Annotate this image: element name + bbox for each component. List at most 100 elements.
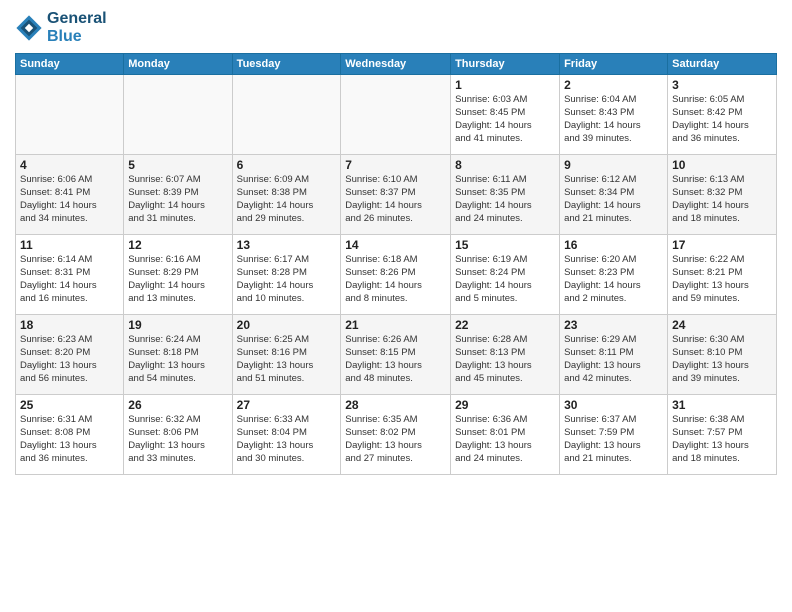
calendar-cell: 16 Sunrise: 6:20 AM Sunset: 8:23 PM Dayli… bbox=[560, 235, 668, 315]
weekday-header-wednesday: Wednesday bbox=[341, 54, 451, 75]
calendar-cell: 3 Sunrise: 6:05 AM Sunset: 8:42 PM Daylig… bbox=[668, 75, 777, 155]
calendar-cell: 27 Sunrise: 6:33 AM Sunset: 8:04 PM Dayli… bbox=[232, 395, 341, 475]
day-number: 14 bbox=[345, 238, 446, 252]
day-number: 17 bbox=[672, 238, 772, 252]
day-number: 16 bbox=[564, 238, 663, 252]
calendar-cell: 8 Sunrise: 6:11 AM Sunset: 8:35 PM Daylig… bbox=[451, 155, 560, 235]
logo-text-line1: General bbox=[47, 10, 107, 28]
day-info: Sunrise: 6:03 AM Sunset: 8:45 PM Dayligh… bbox=[455, 94, 555, 145]
day-info: Sunrise: 6:12 AM Sunset: 8:34 PM Dayligh… bbox=[564, 174, 663, 225]
day-info: Sunrise: 6:14 AM Sunset: 8:31 PM Dayligh… bbox=[20, 254, 119, 305]
calendar-cell: 26Sunrise: 6:32 AM Sunset: 8:06 PM Dayli… bbox=[124, 395, 232, 475]
day-number: 25 bbox=[20, 398, 119, 412]
day-number: 15 bbox=[455, 238, 555, 252]
day-info: Sunrise: 6:35 AM Sunset: 8:02 PM Dayligh… bbox=[345, 414, 446, 465]
calendar-cell: 7 Sunrise: 6:10 AM Sunset: 8:37 PM Daylig… bbox=[341, 155, 451, 235]
page: General Blue SundayMondayTuesdayWednesda… bbox=[0, 0, 792, 612]
calendar-cell bbox=[16, 75, 124, 155]
calendar-cell: 21 Sunrise: 6:26 AM Sunset: 8:15 PM Dayli… bbox=[341, 315, 451, 395]
day-number: 31 bbox=[672, 398, 772, 412]
day-info: Sunrise: 6:30 AM Sunset: 8:10 PM Dayligh… bbox=[672, 334, 772, 385]
day-number: 29 bbox=[455, 398, 555, 412]
calendar-cell: 30 Sunrise: 6:37 AM Sunset: 7:59 PM Dayli… bbox=[560, 395, 668, 475]
day-number: 24 bbox=[672, 318, 772, 332]
calendar: SundayMondayTuesdayWednesdayThursdayFrid… bbox=[15, 53, 777, 475]
header: General Blue bbox=[15, 10, 777, 45]
day-info: Sunrise: 6:25 AM Sunset: 8:16 PM Dayligh… bbox=[237, 334, 337, 385]
calendar-cell: 29Sunrise: 6:36 AM Sunset: 8:01 PM Dayli… bbox=[451, 395, 560, 475]
calendar-cell: 25 Sunrise: 6:31 AM Sunset: 8:08 PM Dayli… bbox=[16, 395, 124, 475]
week-row-5: 25 Sunrise: 6:31 AM Sunset: 8:08 PM Dayli… bbox=[16, 395, 777, 475]
day-number: 11 bbox=[20, 238, 119, 252]
day-number: 6 bbox=[237, 158, 337, 172]
weekday-header-saturday: Saturday bbox=[668, 54, 777, 75]
day-number: 30 bbox=[564, 398, 663, 412]
week-row-4: 18 Sunrise: 6:23 AM Sunset: 8:20 PM Dayli… bbox=[16, 315, 777, 395]
calendar-cell: 12 Sunrise: 6:16 AM Sunset: 8:29 PM Dayli… bbox=[124, 235, 232, 315]
day-info: Sunrise: 6:26 AM Sunset: 8:15 PM Dayligh… bbox=[345, 334, 446, 385]
day-info: Sunrise: 6:06 AM Sunset: 8:41 PM Dayligh… bbox=[20, 174, 119, 225]
day-number: 12 bbox=[128, 238, 227, 252]
calendar-cell: 11 Sunrise: 6:14 AM Sunset: 8:31 PM Dayli… bbox=[16, 235, 124, 315]
calendar-cell bbox=[232, 75, 341, 155]
day-number: 28 bbox=[345, 398, 446, 412]
day-number: 5 bbox=[128, 158, 227, 172]
calendar-cell: 4Sunrise: 6:06 AM Sunset: 8:41 PM Daylig… bbox=[16, 155, 124, 235]
day-number: 23 bbox=[564, 318, 663, 332]
day-number: 13 bbox=[237, 238, 337, 252]
day-info: Sunrise: 6:04 AM Sunset: 8:43 PM Dayligh… bbox=[564, 94, 663, 145]
day-info: Sunrise: 6:29 AM Sunset: 8:11 PM Dayligh… bbox=[564, 334, 663, 385]
calendar-cell: 23 Sunrise: 6:29 AM Sunset: 8:11 PM Dayli… bbox=[560, 315, 668, 395]
day-info: Sunrise: 6:37 AM Sunset: 7:59 PM Dayligh… bbox=[564, 414, 663, 465]
day-info: Sunrise: 6:23 AM Sunset: 8:20 PM Dayligh… bbox=[20, 334, 119, 385]
day-info: Sunrise: 6:10 AM Sunset: 8:37 PM Dayligh… bbox=[345, 174, 446, 225]
day-number: 18 bbox=[20, 318, 119, 332]
calendar-cell: 31 Sunrise: 6:38 AM Sunset: 7:57 PM Dayli… bbox=[668, 395, 777, 475]
day-info: Sunrise: 6:38 AM Sunset: 7:57 PM Dayligh… bbox=[672, 414, 772, 465]
day-number: 9 bbox=[564, 158, 663, 172]
day-number: 27 bbox=[237, 398, 337, 412]
day-info: Sunrise: 6:17 AM Sunset: 8:28 PM Dayligh… bbox=[237, 254, 337, 305]
logo-icon bbox=[15, 14, 43, 42]
day-info: Sunrise: 6:24 AM Sunset: 8:18 PM Dayligh… bbox=[128, 334, 227, 385]
day-info: Sunrise: 6:28 AM Sunset: 8:13 PM Dayligh… bbox=[455, 334, 555, 385]
day-number: 10 bbox=[672, 158, 772, 172]
calendar-cell: 6 Sunrise: 6:09 AM Sunset: 8:38 PM Daylig… bbox=[232, 155, 341, 235]
weekday-header-row: SundayMondayTuesdayWednesdayThursdayFrid… bbox=[16, 54, 777, 75]
calendar-cell: 5Sunrise: 6:07 AM Sunset: 8:39 PM Daylig… bbox=[124, 155, 232, 235]
week-row-3: 11 Sunrise: 6:14 AM Sunset: 8:31 PM Dayli… bbox=[16, 235, 777, 315]
week-row-2: 4Sunrise: 6:06 AM Sunset: 8:41 PM Daylig… bbox=[16, 155, 777, 235]
day-info: Sunrise: 6:11 AM Sunset: 8:35 PM Dayligh… bbox=[455, 174, 555, 225]
calendar-cell: 13 Sunrise: 6:17 AM Sunset: 8:28 PM Dayli… bbox=[232, 235, 341, 315]
day-number: 22 bbox=[455, 318, 555, 332]
day-number: 3 bbox=[672, 78, 772, 92]
day-info: Sunrise: 6:16 AM Sunset: 8:29 PM Dayligh… bbox=[128, 254, 227, 305]
calendar-cell: 20Sunrise: 6:25 AM Sunset: 8:16 PM Dayli… bbox=[232, 315, 341, 395]
weekday-header-tuesday: Tuesday bbox=[232, 54, 341, 75]
weekday-header-friday: Friday bbox=[560, 54, 668, 75]
calendar-cell: 19Sunrise: 6:24 AM Sunset: 8:18 PM Dayli… bbox=[124, 315, 232, 395]
weekday-header-monday: Monday bbox=[124, 54, 232, 75]
week-row-1: 1Sunrise: 6:03 AM Sunset: 8:45 PM Daylig… bbox=[16, 75, 777, 155]
calendar-cell: 2 Sunrise: 6:04 AM Sunset: 8:43 PM Daylig… bbox=[560, 75, 668, 155]
calendar-cell: 10 Sunrise: 6:13 AM Sunset: 8:32 PM Dayli… bbox=[668, 155, 777, 235]
day-info: Sunrise: 6:31 AM Sunset: 8:08 PM Dayligh… bbox=[20, 414, 119, 465]
day-number: 2 bbox=[564, 78, 663, 92]
day-info: Sunrise: 6:32 AM Sunset: 8:06 PM Dayligh… bbox=[128, 414, 227, 465]
day-info: Sunrise: 6:09 AM Sunset: 8:38 PM Dayligh… bbox=[237, 174, 337, 225]
day-number: 7 bbox=[345, 158, 446, 172]
calendar-cell: 17Sunrise: 6:22 AM Sunset: 8:21 PM Dayli… bbox=[668, 235, 777, 315]
calendar-cell: 22 Sunrise: 6:28 AM Sunset: 8:13 PM Dayli… bbox=[451, 315, 560, 395]
weekday-header-sunday: Sunday bbox=[16, 54, 124, 75]
calendar-cell: 14Sunrise: 6:18 AM Sunset: 8:26 PM Dayli… bbox=[341, 235, 451, 315]
day-info: Sunrise: 6:33 AM Sunset: 8:04 PM Dayligh… bbox=[237, 414, 337, 465]
day-info: Sunrise: 6:05 AM Sunset: 8:42 PM Dayligh… bbox=[672, 94, 772, 145]
day-number: 8 bbox=[455, 158, 555, 172]
day-info: Sunrise: 6:13 AM Sunset: 8:32 PM Dayligh… bbox=[672, 174, 772, 225]
day-number: 21 bbox=[345, 318, 446, 332]
calendar-cell: 24 Sunrise: 6:30 AM Sunset: 8:10 PM Dayli… bbox=[668, 315, 777, 395]
calendar-cell: 9 Sunrise: 6:12 AM Sunset: 8:34 PM Daylig… bbox=[560, 155, 668, 235]
calendar-cell: 28 Sunrise: 6:35 AM Sunset: 8:02 PM Dayli… bbox=[341, 395, 451, 475]
calendar-cell: 15Sunrise: 6:19 AM Sunset: 8:24 PM Dayli… bbox=[451, 235, 560, 315]
day-info: Sunrise: 6:20 AM Sunset: 8:23 PM Dayligh… bbox=[564, 254, 663, 305]
